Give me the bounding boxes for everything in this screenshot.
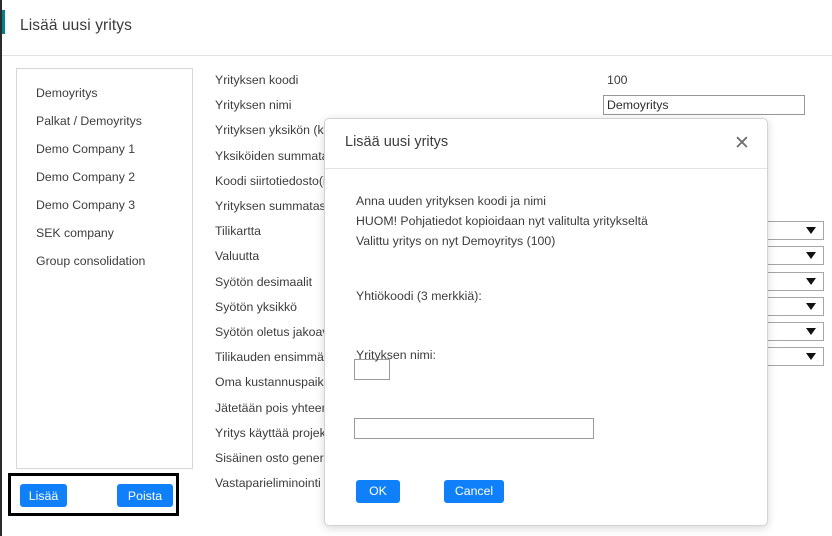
form-row-label: Yrityksen yksikön (ku bbox=[215, 123, 331, 137]
chevron-down-icon bbox=[806, 328, 816, 335]
form-row-select[interactable] bbox=[762, 347, 824, 366]
form-row-label: Syötön oletus jakoav bbox=[215, 325, 328, 339]
form-row-label: Tilikartta bbox=[215, 224, 261, 238]
chevron-down-icon bbox=[806, 227, 816, 234]
company-list-item[interactable]: Palkat / Demoyritys bbox=[17, 111, 192, 131]
company-list-item[interactable]: Demo Company 1 bbox=[17, 139, 192, 159]
form-row-label: Yrityksen nimi bbox=[215, 98, 292, 112]
form-row-label: Yrityksen koodi bbox=[215, 73, 298, 87]
company-list-item[interactable]: SEK company bbox=[17, 223, 192, 243]
modal-cancel-button[interactable]: Cancel bbox=[444, 480, 504, 503]
company-list-item[interactable]: Demo Company 3 bbox=[17, 195, 192, 215]
form-row-label: Vastaparieliminointi l bbox=[215, 476, 327, 490]
form-row-label: Koodi siirtotiedosto(i bbox=[215, 174, 326, 188]
company-code-input[interactable] bbox=[354, 359, 390, 380]
modal-message-line: HUOM! Pohjatiedot kopioidaan nyt valitul… bbox=[356, 214, 648, 228]
company-list-item[interactable]: Demo Company 2 bbox=[17, 167, 192, 187]
modal-header: Lisää uusi yritys ✕ bbox=[325, 119, 767, 169]
form-row-label: Yksiköiden summata bbox=[215, 149, 328, 163]
accent-bar bbox=[2, 10, 5, 34]
company-list-item[interactable]: Demoyritys bbox=[17, 83, 192, 103]
form-row-label: Yritys käyttää projekt bbox=[215, 426, 329, 440]
modal-message-line: Valittu yritys on nyt Demoyritys (100) bbox=[356, 234, 555, 248]
page-header: Lisää uusi yritys bbox=[2, 0, 832, 56]
form-row-select[interactable] bbox=[762, 322, 824, 341]
form-row-select[interactable] bbox=[762, 246, 824, 265]
form-row-label: Oma kustannuspaikk bbox=[215, 375, 330, 389]
form-row-label: Valuutta bbox=[215, 249, 259, 263]
chevron-down-icon bbox=[806, 252, 816, 259]
modal-ok-button[interactable]: OK bbox=[356, 480, 400, 503]
form-row-select[interactable] bbox=[762, 221, 824, 240]
company-list-item[interactable]: Group consolidation bbox=[17, 251, 192, 271]
modal-body: Valittu yritys on nyt Demoyritys (100) HU… bbox=[325, 169, 767, 526]
company-code-label: Yhtiökoodi (3 merkkiä): bbox=[356, 289, 482, 303]
form-row-label: Jätetään pois yhteenv bbox=[215, 401, 335, 415]
company-name-label: Yrityksen nimi: bbox=[356, 348, 436, 362]
form-row-input[interactable] bbox=[603, 95, 805, 115]
company-name-input[interactable] bbox=[354, 418, 594, 439]
form-row-label: Sisäinen osto genero bbox=[215, 451, 331, 465]
application-window: Lisää uusi yritys Yrityksen koodi 100 Yrit… bbox=[0, 0, 832, 536]
chevron-down-icon bbox=[806, 353, 816, 360]
modal-title: Lisää uusi yritys bbox=[345, 134, 448, 150]
close-icon[interactable]: ✕ bbox=[728, 132, 752, 156]
form-row-label: Tilikauden ensimmäi bbox=[215, 350, 327, 364]
form-row-label: Syötön yksikkö bbox=[215, 300, 297, 314]
page-title: Lisää uusi yritys bbox=[20, 17, 132, 35]
chevron-down-icon bbox=[806, 278, 816, 285]
chevron-down-icon bbox=[806, 303, 816, 310]
delete-company-button[interactable]: Poista bbox=[117, 484, 173, 507]
form-row-label: Syötön desimaalit bbox=[215, 275, 312, 289]
add-company-modal: Lisää uusi yritys ✕ Valittu yritys on ny… bbox=[324, 118, 768, 526]
form-row-select[interactable] bbox=[762, 297, 824, 316]
add-company-button[interactable]: Lisää bbox=[20, 484, 67, 507]
company-list[interactable]: Demoyritys Palkat / Demoyritys Demo Compan… bbox=[16, 68, 193, 469]
modal-message-line: Anna uuden yrityksen koodi ja nimi bbox=[356, 194, 546, 208]
form-row-label: Yrityksen summataso bbox=[215, 199, 333, 213]
list-action-button-group: Lisää Poista bbox=[8, 473, 179, 516]
form-row-value: 100 bbox=[607, 73, 628, 87]
form-row-select[interactable] bbox=[762, 272, 824, 291]
